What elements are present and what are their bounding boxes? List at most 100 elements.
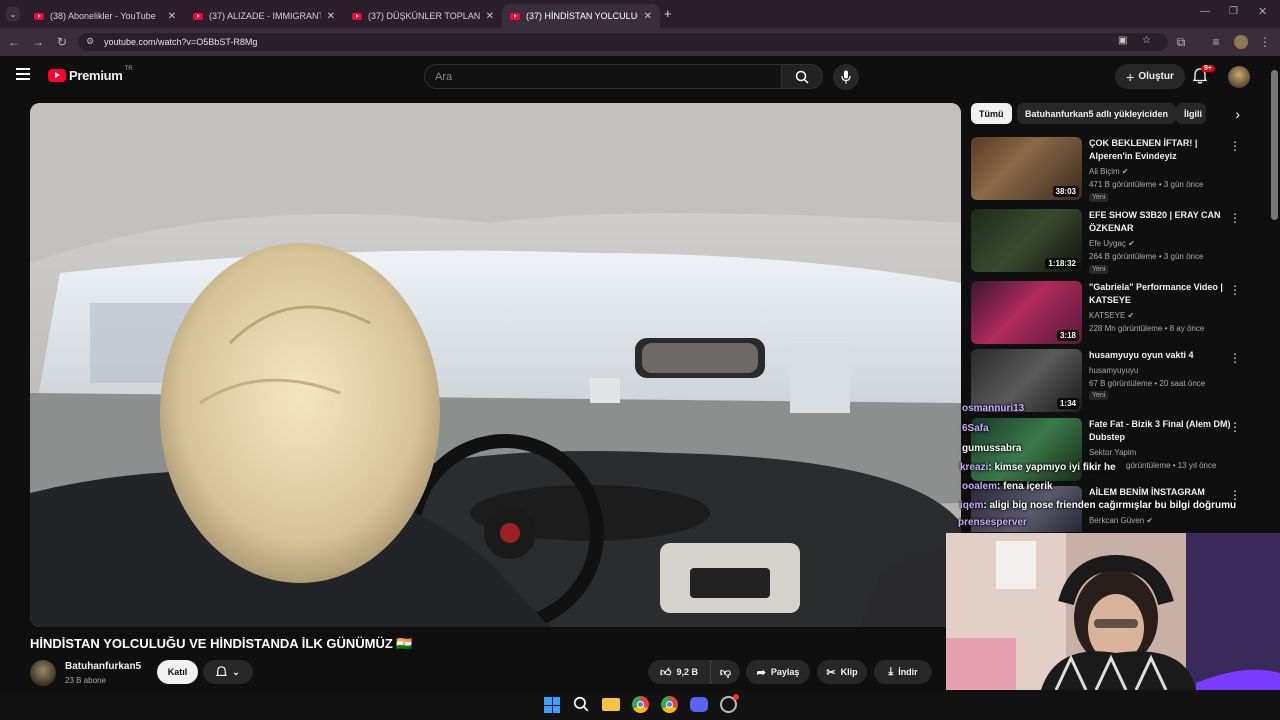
channel-name[interactable]: Sektor Yapim [1089,447,1136,458]
chrome-menu-icon[interactable]: ⋮ [1256,33,1274,51]
youtube-premium-logo[interactable]: Premium TR [48,65,133,83]
youtube-favicon-icon [510,12,520,20]
recommended-channel[interactable]: Efe Uygaç ✔ [1089,238,1135,249]
video-thumbnail[interactable]: 38:03 [971,137,1082,200]
close-tab-icon[interactable]: ✕ [644,11,652,22]
file-explorer-icon[interactable] [602,698,620,711]
browser-tab-active[interactable]: (37) HİNDİSTAN YOLCULUĞU V ✕ [502,4,660,28]
dislike-button[interactable]: 👎︎ [710,660,740,684]
close-window-icon[interactable]: ✕ [1258,5,1267,18]
voice-search-button[interactable] [833,64,859,90]
chrome-icon[interactable] [632,696,649,713]
youtube-favicon-icon [352,12,362,20]
windows-start-icon[interactable] [544,697,560,713]
minimize-icon[interactable]: — [1200,6,1210,17]
share-button[interactable]: ➦ Paylaş [746,660,810,684]
clip-button[interactable]: ✂ Klip [817,660,867,684]
browser-tab[interactable]: (37) ALIZADE - IMMIGRANT (O ✕ [185,4,343,28]
download-button[interactable]: ⤓ İndir [874,660,932,684]
video-thumbnail[interactable]: 3:18 [971,281,1082,344]
logo-text: Premium [69,68,123,83]
bell-icon [216,666,228,676]
webcam-overlay [946,533,1280,690]
logo-country: TR [124,65,133,72]
more-actions-icon[interactable]: ⋮ [1229,283,1241,297]
verified-check-icon: ✔ [1127,311,1135,320]
channel-name[interactable]: Berkcan Güven [1089,516,1144,525]
join-button[interactable]: Katıl [157,660,198,684]
recommended-video[interactable]: 3:18 "Gabriela" Performance Video | KATS… [971,281,1261,347]
forward-icon[interactable]: → [29,33,47,51]
recommended-channel[interactable]: Ali Biçim ✔ [1089,166,1129,177]
subscribe-notifications-button[interactable]: ⌄ [203,660,253,684]
recommended-title[interactable]: "Gabriela" Performance Video | KATSEYE [1089,281,1239,307]
channel-name[interactable]: husamyuyuyu [1089,365,1138,376]
like-button[interactable]: 👍︎ 9,2 B [648,660,710,684]
cast-icon[interactable]: ▣ [1118,35,1127,46]
close-tab-icon[interactable]: ✕ [327,11,335,22]
create-button[interactable]: + Oluştur [1115,64,1185,89]
profile-avatar[interactable] [1234,35,1248,49]
recommended-title[interactable]: AİLEM BENİM İNSTAGRAM [1089,486,1239,499]
recommended-video[interactable]: 38:03 ÇOK BEKLENEN İFTAR! | Alperen'in E… [971,137,1261,203]
video-thumbnail[interactable]: 1:18:32 [971,209,1082,272]
more-actions-icon[interactable]: ⋮ [1229,139,1241,153]
video-frame-image [30,103,961,627]
channel-name[interactable]: Batuhanfurkan5 [65,661,141,672]
recommended-title[interactable]: Fate Fat - Bizik 3 Final (Alem DM) Dubst… [1089,418,1239,444]
verified-check-icon: ✔ [1121,167,1129,176]
reload-icon[interactable]: ↻ [53,33,71,51]
tab-search-icon[interactable]: ⌄ [6,7,20,21]
chip-from-uploader[interactable]: Batuhanfurkan5 adlı yükleyiciden [1017,103,1177,124]
share-label: Paylaş [770,667,800,677]
tab-label: (37) ALIZADE - IMMIGRANT (O [209,11,321,21]
more-actions-icon[interactable]: ⋮ [1229,420,1241,434]
chat-message: prensesperver [958,517,1027,528]
recommended-channel[interactable]: Berkcan Güven ✔ [1089,515,1153,526]
notifications-button[interactable]: 9+ [1192,65,1215,89]
page-scrollbar-thumb[interactable] [1271,70,1278,220]
channel-avatar[interactable] [30,660,56,686]
extensions-icon[interactable]: ⧉ [1172,33,1190,51]
browser-tab[interactable]: (38) Abonelikler - YouTube ✕ [26,4,184,28]
close-tab-icon[interactable]: ✕ [168,11,176,22]
browser-tab[interactable]: (37) DÜŞKÜNLER TOPLANTISI ✕ [344,4,502,28]
close-tab-icon[interactable]: ✕ [486,11,494,22]
bookmark-star-icon[interactable]: ☆ [1142,35,1151,46]
video-player[interactable] [30,103,961,627]
recommended-channel[interactable]: KATSEYE ✔ [1089,310,1134,321]
recommended-title[interactable]: ÇOK BEKLENEN İFTAR! | Alperen'in Evindey… [1089,137,1239,163]
search-button[interactable] [781,64,823,89]
chat-message: iqem: aligi big nose frienden cağırmışla… [960,500,1236,511]
new-tab-icon[interactable]: + [664,6,672,21]
subscriber-count: 23 B abone [65,676,106,685]
channel-name[interactable]: Ali Biçim [1089,167,1120,176]
chip-related[interactable]: İlgili [1176,103,1206,124]
recommended-title[interactable]: EFE SHOW S3B20 | ERAY CAN ÖZKENAR [1089,209,1239,235]
search-input[interactable]: Ara [424,64,781,89]
restore-icon[interactable]: ❐ [1229,6,1238,17]
more-actions-icon[interactable]: ⋮ [1229,211,1241,225]
verified-check-icon: ✔ [1128,239,1135,248]
site-info-icon[interactable]: ⚙ [86,36,94,47]
hamburger-menu-icon[interactable] [16,68,30,80]
youtube-favicon-icon [193,12,203,20]
account-avatar[interactable] [1228,66,1250,88]
address-bar[interactable]: ⚙ youtube.com/watch?v=O5BbST-R8Mg ▣ ☆ [78,33,1168,51]
recommended-title[interactable]: husamyuyu oyun vakti 4 [1089,349,1239,362]
more-actions-icon[interactable]: ⋮ [1229,351,1241,365]
chevron-right-icon[interactable]: › [1206,103,1240,125]
channel-name[interactable]: Efe Uygaç [1089,239,1126,248]
chat-text: gumussabra [962,443,1022,454]
channel-name[interactable]: KATSEYE [1089,311,1125,320]
chat-message: kreazi: kimse yapmıyo iyi fikir he [960,462,1116,473]
chip-all[interactable]: Tümü [971,103,1012,124]
recommended-video[interactable]: 1:18:32 EFE SHOW S3B20 | ERAY CAN ÖZKENA… [971,209,1261,275]
chat-message: osmannuri13 [962,403,1024,414]
windows-taskbar [0,690,1280,720]
chrome-profile-icon[interactable] [661,696,678,713]
reading-list-icon[interactable]: ≡ [1207,33,1225,51]
taskbar-search-icon[interactable] [573,696,589,717]
back-icon[interactable]: ← [5,33,23,51]
discord-icon[interactable] [690,697,708,712]
